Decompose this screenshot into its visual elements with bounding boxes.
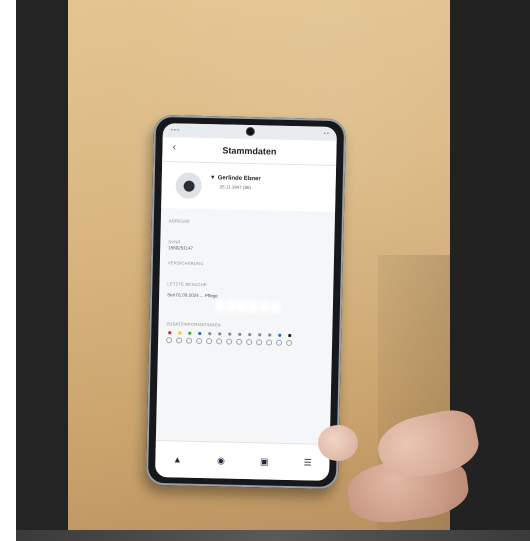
smartphone: ▪ ▪ ▪ ▪ ▪ ‹ Stammdaten ▼ Gerlinde Ebner …	[145, 114, 347, 490]
status-dot	[166, 331, 173, 344]
person-nav-icon: ▲	[172, 453, 183, 465]
video-side-bar-left	[16, 0, 68, 530]
status-dot-circle[interactable]	[176, 337, 183, 344]
bottom-strip	[16, 530, 530, 541]
status-dot	[266, 333, 273, 346]
status-dot	[236, 332, 243, 345]
status-dot-marker	[277, 333, 281, 337]
status-dot	[176, 331, 183, 344]
status-dot-marker	[187, 331, 191, 335]
status-dot-circle[interactable]	[166, 337, 173, 344]
status-dot-circle[interactable]	[226, 338, 233, 345]
profile-birthdate: 25.11.1947 (86)	[219, 184, 252, 191]
status-dot-marker	[257, 333, 261, 337]
light-reflection	[216, 300, 279, 311]
status-dot-marker	[237, 332, 241, 336]
status-dot	[246, 333, 253, 346]
bottom-navigation: ▲ ◉ ▣ ☰	[155, 439, 330, 481]
status-dot-marker	[227, 332, 231, 336]
status-dot	[196, 331, 203, 345]
letterbox-left	[0, 0, 16, 541]
page-title: Stammdaten	[222, 145, 277, 157]
status-left: ▪ ▪ ▪	[170, 127, 180, 134]
extra-info-label: ZUSATZINFORMATIONEN	[166, 321, 221, 328]
status-dot-marker	[217, 332, 221, 336]
profile-header: ▼ Gerlinde Ebner 25.11.1947 (86)	[161, 162, 337, 212]
status-dot-marker	[267, 333, 271, 337]
status-dot	[276, 333, 283, 346]
last-visit-value: Seit 01.09.2024 ... Pflege	[167, 292, 218, 299]
status-dot	[226, 332, 233, 345]
chevron-left-icon[interactable]: ‹	[172, 141, 176, 153]
phone-screen: ▪ ▪ ▪ ▪ ▪ ‹ Stammdaten ▼ Gerlinde Ebner …	[155, 123, 337, 481]
nav-person[interactable]: ▲	[172, 453, 183, 465]
filter-icon: ▼	[209, 175, 216, 182]
eye-icon: ◉	[216, 454, 226, 466]
status-dot-circle[interactable]	[206, 338, 213, 345]
nav-view[interactable]: ◉	[216, 454, 226, 466]
hand	[318, 405, 484, 529]
address-label: ADRESSE	[168, 218, 191, 224]
status-dot-marker	[167, 331, 171, 335]
status-dot-row	[158, 331, 332, 347]
fingertip	[318, 425, 358, 461]
status-dot-circle[interactable]	[266, 339, 273, 346]
insurance-label: VERSICHERUNG	[167, 260, 204, 267]
status-dot-marker	[247, 333, 251, 337]
status-dot	[216, 332, 223, 345]
status-dot-marker	[177, 331, 181, 335]
status-dot-marker	[197, 331, 201, 335]
status-dot-circle[interactable]	[196, 337, 203, 345]
person-icon	[175, 172, 202, 199]
status-dot-circle[interactable]	[186, 337, 193, 344]
profile-name-row: ▼ Gerlinde Ebner	[210, 175, 261, 182]
status-dot	[186, 331, 193, 344]
status-dot-circle[interactable]	[286, 339, 293, 347]
status-dot	[286, 333, 293, 347]
status-dot-marker	[207, 332, 211, 336]
status-right: ▪ ▪	[323, 130, 329, 137]
nav-menu[interactable]: ☰	[303, 456, 312, 468]
document-icon: ▣	[259, 455, 269, 467]
menu-icon: ☰	[303, 456, 312, 468]
last-visit-label: LETZTE BESUCHE	[167, 281, 207, 288]
status-dot-circle[interactable]	[236, 338, 243, 345]
status-dot-circle[interactable]	[276, 339, 283, 346]
status-dot-circle[interactable]	[216, 338, 223, 345]
status-dot	[256, 333, 263, 346]
profile-name: Gerlinde Ebner	[217, 175, 261, 183]
status-dot	[206, 332, 213, 345]
nav-document[interactable]: ▣	[259, 455, 269, 467]
status-dot-marker	[287, 333, 291, 338]
status-dot-circle[interactable]	[256, 339, 263, 346]
status-dot-circle[interactable]	[246, 339, 253, 346]
